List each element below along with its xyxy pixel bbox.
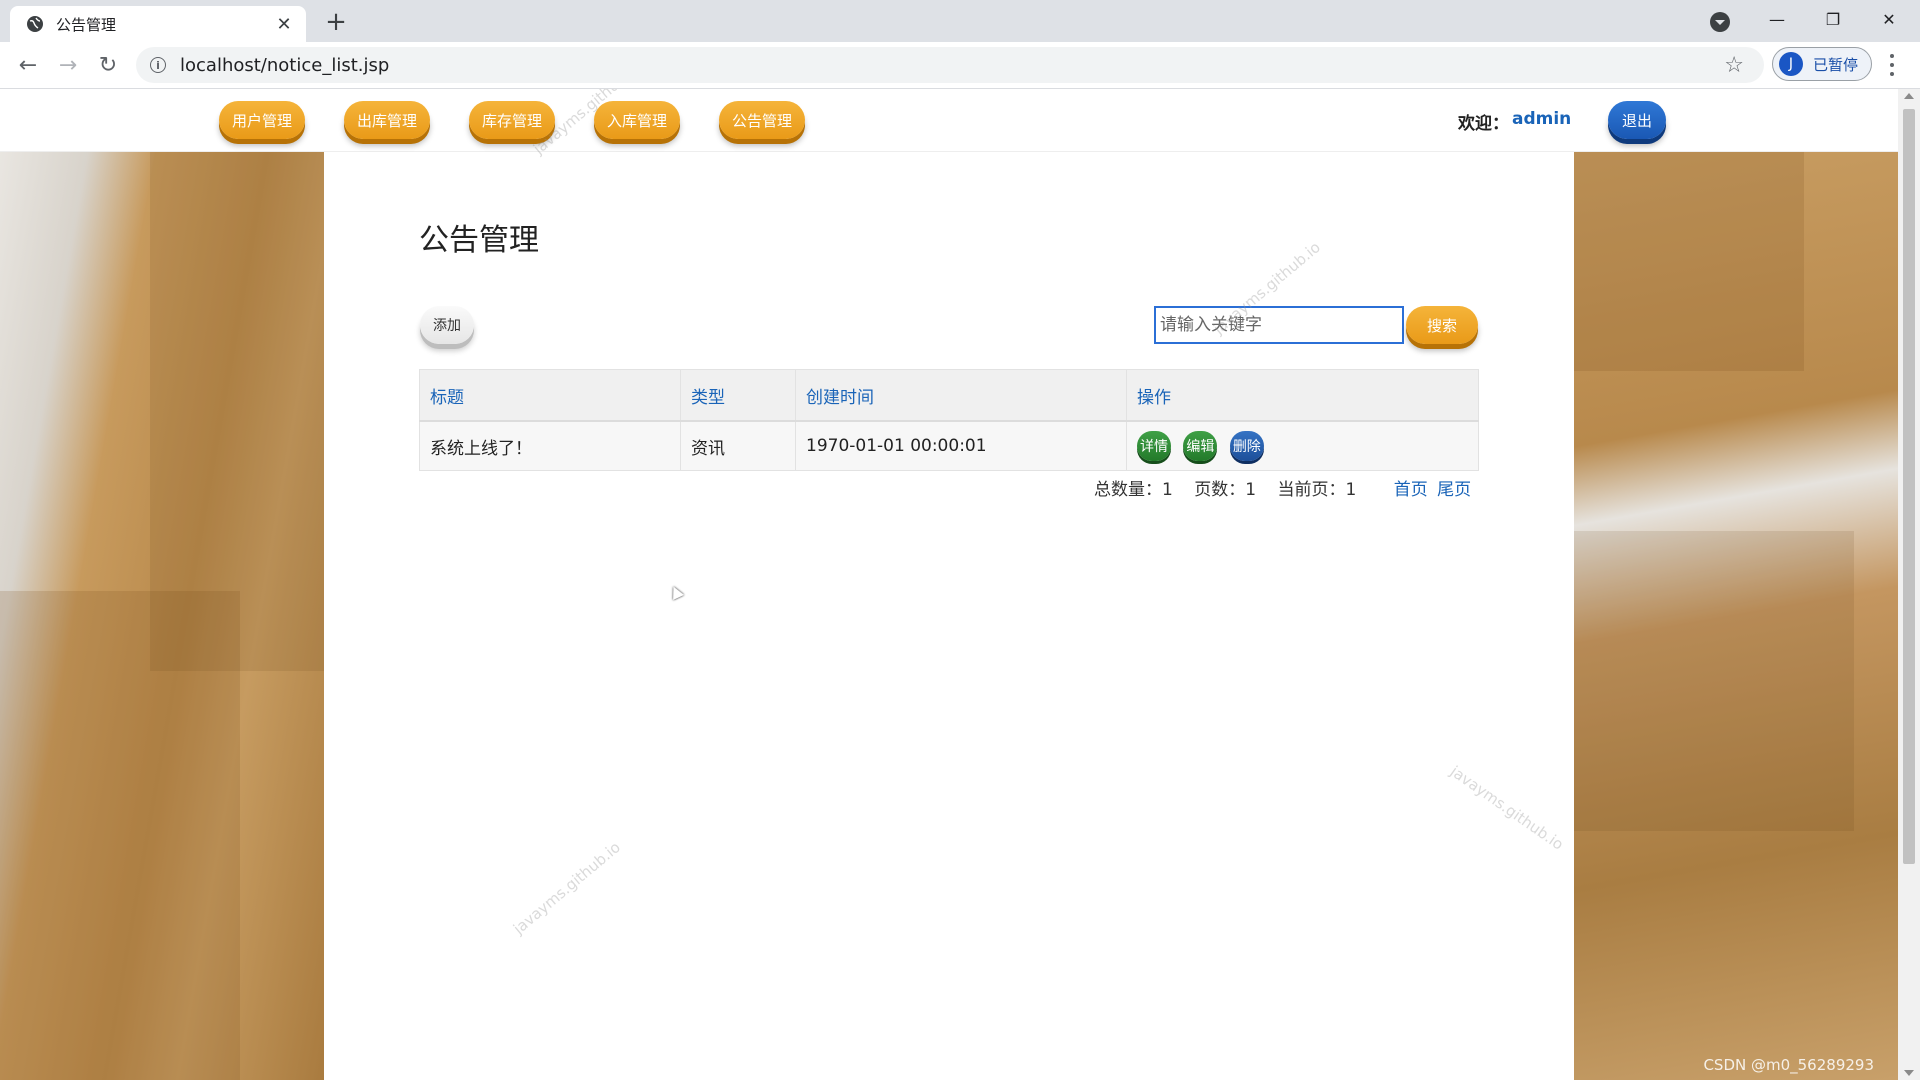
cell-created: 1970-01-01 00:00:01 <box>795 420 1127 471</box>
globe-icon <box>27 16 43 32</box>
notice-table: 标题 类型 创建时间 操作 系统上线了！ 资讯 1970-01-01 00:00… <box>419 369 1479 471</box>
profile-button[interactable]: J 已暂停 <box>1772 47 1872 81</box>
table-header-row: 标题 类型 创建时间 操作 <box>419 369 1479 422</box>
profile-status: 已暂停 <box>1813 55 1859 74</box>
browser-tab[interactable]: 公告管理 ✕ <box>10 6 306 42</box>
cell-title: 系统上线了！ <box>419 420 681 471</box>
restore-icon[interactable]: ❐ <box>1810 0 1856 38</box>
welcome-username: admin <box>1512 109 1572 129</box>
main-content: 公告管理 添加 搜索 标题 类型 创建时间 操作 系统上线了！ 资讯 1970-… <box>324 151 1574 1080</box>
background-image-left <box>0 151 324 1080</box>
cell-actions: 详情 编辑 删除 <box>1126 420 1479 471</box>
search-button[interactable]: 搜索 <box>1406 306 1478 344</box>
detail-button[interactable]: 详情 <box>1137 431 1171 461</box>
edit-button[interactable]: 编辑 <box>1183 431 1218 461</box>
total-label: 总数量： <box>1094 480 1162 500</box>
first-page-link[interactable]: 首页 <box>1394 480 1428 500</box>
current-page: 当前页：1 <box>1277 480 1356 500</box>
new-tab-button[interactable]: + <box>322 7 350 37</box>
address-bar[interactable]: i localhost/notice_list.jsp ☆ <box>136 47 1764 83</box>
search-input[interactable] <box>1154 306 1404 344</box>
logout-button[interactable]: 退出 <box>1608 101 1666 139</box>
forward-icon[interactable]: → <box>54 51 82 79</box>
info-icon[interactable]: i <box>150 57 166 73</box>
nav-notice-management[interactable]: 公告管理 <box>719 101 805 139</box>
url-text: localhost/notice_list.jsp <box>180 54 390 76</box>
table-row: 系统上线了！ 资讯 1970-01-01 00:00:01 详情 编辑 删除 <box>419 420 1479 471</box>
credit-watermark: CSDN @m0_56289293 <box>1703 1056 1874 1074</box>
top-navigation: 用户管理 出库管理 库存管理 入库管理 公告管理 欢迎： admin 退出 <box>0 89 1898 152</box>
nav-user-management[interactable]: 用户管理 <box>219 101 305 139</box>
column-header-created[interactable]: 创建时间 <box>795 369 1127 422</box>
bookmark-star-icon[interactable]: ☆ <box>1724 53 1744 78</box>
browser-toolbar: ← → ↻ i localhost/notice_list.jsp ☆ J 已暂… <box>0 42 1920 89</box>
menu-dots-icon[interactable] <box>1886 52 1898 78</box>
total-value: 1 <box>1162 480 1173 500</box>
nav-outbound-management[interactable]: 出库管理 <box>344 101 430 139</box>
welcome-label: 欢迎： <box>1458 114 1509 134</box>
total-count: 总数量：1 <box>1094 480 1173 500</box>
scroll-thumb[interactable] <box>1903 109 1915 864</box>
page-title: 公告管理 <box>419 223 539 258</box>
nav-inbound-management[interactable]: 入库管理 <box>594 101 680 139</box>
column-header-type[interactable]: 类型 <box>680 369 796 422</box>
browser-tabbar: 公告管理 ✕ + — ❐ ✕ <box>0 0 1920 42</box>
tab-title: 公告管理 <box>56 15 117 34</box>
pages-value: 1 <box>1245 480 1257 500</box>
page-count: 页数：1 <box>1194 480 1256 500</box>
cell-type: 资讯 <box>680 420 796 471</box>
column-header-actions[interactable]: 操作 <box>1126 369 1479 422</box>
scroll-down-icon[interactable] <box>1904 1070 1914 1076</box>
back-icon[interactable]: ← <box>14 51 42 79</box>
pages-label: 页数： <box>1194 480 1246 500</box>
last-page-link[interactable]: 尾页 <box>1437 480 1471 500</box>
delete-button[interactable]: 删除 <box>1229 431 1264 461</box>
tab-search-icon[interactable] <box>1710 12 1730 32</box>
reload-icon[interactable]: ↻ <box>94 51 122 79</box>
minimize-icon[interactable]: — <box>1754 0 1800 38</box>
window-close-icon[interactable]: ✕ <box>1866 0 1912 38</box>
current-label: 当前页： <box>1277 480 1346 500</box>
avatar: J <box>1779 52 1803 76</box>
close-icon[interactable]: ✕ <box>272 12 296 36</box>
column-header-title[interactable]: 标题 <box>419 369 681 422</box>
add-button[interactable]: 添加 <box>420 306 474 344</box>
page-scrollbar[interactable] <box>1898 89 1920 1080</box>
page-viewport: 公告管理 添加 搜索 标题 类型 创建时间 操作 系统上线了！ 资讯 1970-… <box>0 89 1898 1080</box>
scroll-up-icon[interactable] <box>1904 93 1914 99</box>
current-value: 1 <box>1345 480 1357 500</box>
pagination: 总数量：1 页数：1 当前页：1 首页 尾页 <box>1094 475 1475 500</box>
background-image-right <box>1574 151 1898 1080</box>
